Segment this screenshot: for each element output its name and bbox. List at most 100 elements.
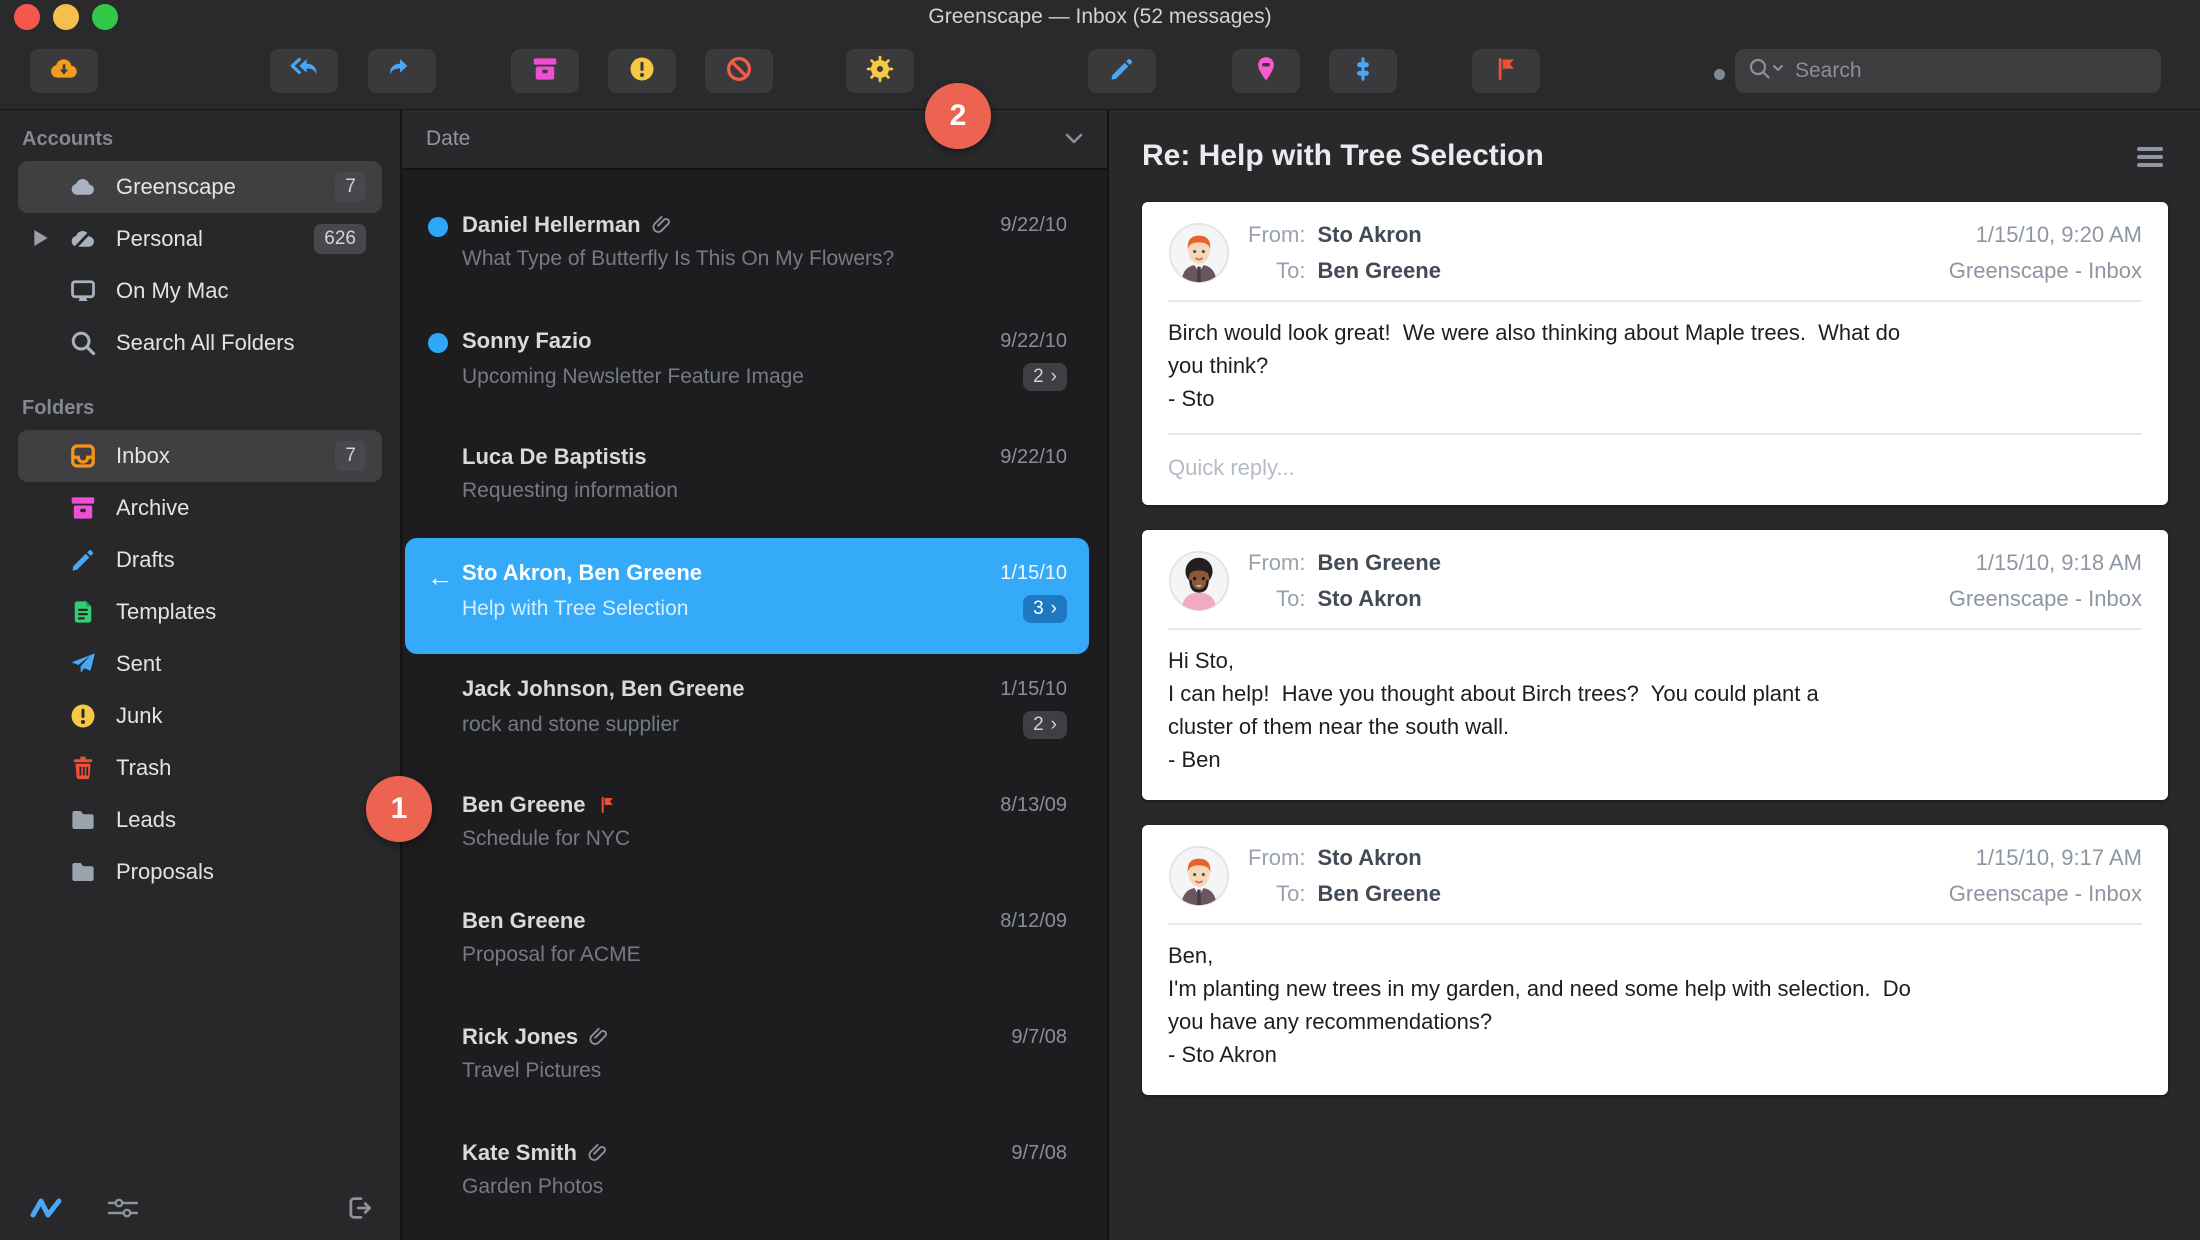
message-row[interactable]: Luca De Baptistis 9/22/10 Requesting inf… [402, 422, 1107, 538]
tune-sliders-icon [1348, 54, 1378, 89]
sidebar-item-leads[interactable]: Leads [18, 794, 382, 846]
message-row-selected[interactable]: ← Sto Akron, Ben Greene 1/15/10 Help wit… [405, 538, 1089, 654]
sender-name: Jack Johnson, Ben Greene [462, 676, 745, 701]
unread-dot [428, 217, 448, 237]
search-input[interactable] [1795, 59, 2149, 83]
gear-icon [864, 53, 896, 90]
chevron-down-icon[interactable] [1065, 133, 1083, 145]
disclosure-triangle-icon[interactable] [34, 226, 48, 252]
to-name: Ben Greene [1317, 258, 1441, 283]
message-date: 1/15/10 [1000, 677, 1067, 700]
message-row[interactable]: Jack Johnson, Ben Greene 1/15/10 rock an… [402, 654, 1107, 770]
flag-icon [596, 794, 618, 816]
sidebar-item-junk[interactable]: Junk [18, 690, 382, 742]
to-label: To: [1276, 881, 1306, 906]
account-label: Personal [116, 226, 203, 251]
archive-button[interactable] [511, 49, 579, 93]
message-date: 8/12/09 [1000, 909, 1067, 932]
message-date: 9/7/08 [1011, 1141, 1067, 1164]
activity-button[interactable] [30, 1195, 62, 1226]
folder-label: Junk [116, 703, 163, 728]
sidebar-item-search-all-folders[interactable]: Search All Folders [18, 317, 382, 369]
message-row[interactable]: Daniel Hellerman 9/22/10 What Type of Bu… [402, 190, 1107, 306]
from-name: Ben Greene [1317, 550, 1441, 575]
sidebar-item-proposals[interactable]: Proposals [18, 846, 382, 898]
settings-button[interactable] [846, 49, 914, 93]
titlebar: Greenscape — Inbox (52 messages) [0, 0, 2200, 34]
unread-count-badge: 626 [314, 224, 366, 254]
thread-count-badge[interactable]: 2 › [1023, 711, 1067, 739]
email-card: From: Sto Akron To: Ben Greene 1/15/10, … [1142, 825, 2168, 1095]
unread-count-badge: 7 [335, 441, 366, 471]
folder-icon [68, 805, 98, 835]
annotation-step-1: 1 [366, 776, 432, 842]
zoom-window-button[interactable] [92, 4, 118, 30]
message-row[interactable]: Sonny Fazio 9/22/10 Upcoming Newsletter … [402, 306, 1107, 422]
from-label: From: [1248, 222, 1306, 247]
pin-button[interactable] [1232, 49, 1300, 93]
reply-arrow-icon: ← [427, 562, 453, 592]
message-row[interactable]: Kate Smith 9/7/08 Garden Photos [402, 1118, 1107, 1234]
mark-junk-button[interactable] [608, 49, 676, 93]
message-row[interactable]: Rick Jones 9/7/08 Travel Pictures [402, 1002, 1107, 1118]
thread-menu-button[interactable] [2134, 144, 2166, 175]
sidebar-item-greenscape[interactable]: Greenscape 7 [18, 161, 382, 213]
sidebar-item-trash[interactable]: Trash [18, 742, 382, 794]
sender-name: Rick Jones [462, 1024, 579, 1049]
get-mail-button[interactable] [30, 49, 98, 93]
sidebar-item-sent[interactable]: Sent [18, 638, 382, 690]
sidebar-item-on-my-mac[interactable]: On My Mac [18, 265, 382, 317]
message-subject: Schedule for NYC [462, 827, 631, 850]
junk-exclamation-icon [627, 54, 657, 89]
pencil-icon [1107, 54, 1137, 89]
sidebar-item-drafts[interactable]: Drafts [18, 534, 382, 586]
flag-button[interactable] [1472, 49, 1540, 93]
search-box[interactable] [1735, 49, 2161, 93]
sender-name: Ben Greene [462, 792, 586, 817]
annotation-step-2: 2 [925, 83, 991, 149]
to-name: Sto Akron [1317, 586, 1422, 611]
from-name: Sto Akron [1317, 845, 1422, 870]
folder-label: Leads [116, 807, 176, 832]
reply-all-button[interactable] [270, 49, 338, 93]
reading-pane: Re: Help with Tree Selection From: Sto A… [1109, 110, 2200, 1240]
message-datetime: 1/15/10, 9:18 AM [1975, 550, 2142, 575]
window-title: Greenscape — Inbox (52 messages) [928, 5, 1272, 28]
sidebar-item-inbox[interactable]: Inbox 7 [18, 430, 382, 482]
message-subject: rock and stone supplier [462, 713, 680, 736]
forward-button[interactable] [368, 49, 436, 93]
folder-label: Archive [116, 495, 190, 520]
message-row[interactable]: Ben Greene 8/12/09 Proposal for ACME [402, 886, 1107, 1002]
paperclip-icon [651, 214, 673, 236]
thread-count-badge[interactable]: 3 › [1023, 595, 1067, 623]
sender-name: Sto Akron, Ben Greene [462, 560, 703, 585]
minimize-window-button[interactable] [53, 4, 79, 30]
paperclip-icon [587, 1142, 609, 1164]
logout-button[interactable] [344, 1193, 374, 1228]
preferences-sliders-button[interactable] [106, 1194, 140, 1227]
sort-header[interactable]: Date [402, 110, 1107, 170]
to-name: Ben Greene [1317, 881, 1441, 906]
cloud-download-icon [48, 53, 80, 90]
compose-button[interactable] [1088, 49, 1156, 93]
folder-label: Proposals [116, 859, 214, 884]
folders-section-label: Folders [22, 397, 95, 419]
block-button[interactable] [705, 49, 773, 93]
sidebar-item-personal[interactable]: Personal 626 [18, 213, 382, 265]
message-subject: Upcoming Newsletter Feature Image [462, 365, 804, 388]
chevron-right-icon: › [1050, 714, 1057, 735]
message-subject: Garden Photos [462, 1175, 604, 1198]
from-name: Sto Akron [1317, 222, 1422, 247]
message-row[interactable]: Ben Greene 8/13/09 Schedule for NYC [402, 770, 1107, 886]
thread-count-badge[interactable]: 2 › [1023, 363, 1067, 391]
quick-reply-input[interactable]: Quick reply... [1168, 433, 2142, 481]
sender-name: Sonny Fazio [462, 328, 592, 353]
sort-label: Date [426, 127, 471, 150]
sidebar-item-archive[interactable]: Archive [18, 482, 382, 534]
sidebar-item-templates[interactable]: Templates [18, 586, 382, 638]
message-datetime: 1/15/10, 9:20 AM [1975, 222, 2142, 247]
from-label: From: [1248, 550, 1306, 575]
close-window-button[interactable] [14, 4, 40, 30]
filter-button[interactable] [1329, 49, 1397, 93]
message-subject: Help with Tree Selection [462, 597, 689, 620]
